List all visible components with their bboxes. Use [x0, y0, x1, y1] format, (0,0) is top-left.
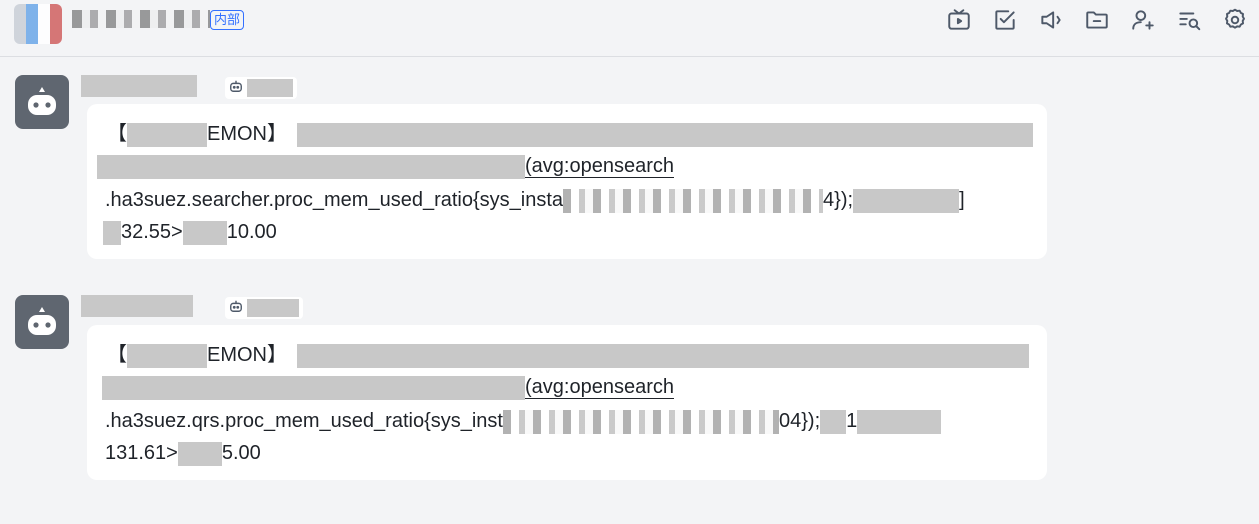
bot-avatar[interactable] [15, 295, 69, 349]
header-toolbar [945, 6, 1249, 34]
message-line-4: 32.55> 10.00 [103, 218, 277, 246]
add-member-icon[interactable] [1129, 6, 1157, 34]
sender-name-redacted [81, 75, 197, 97]
message-bubble[interactable]: 【EMON】 (avg:opensearch .ha3suez.qrs.proc… [87, 325, 1047, 480]
bot-tag [225, 297, 303, 319]
metric-link[interactable]: (avg:opensearch [525, 376, 674, 399]
bot-tag [225, 77, 297, 99]
message-line-2: (avg:opensearch [102, 373, 674, 401]
message-line-3: .ha3suez.qrs.proc_mem_used_ratio{sys_ins… [105, 407, 942, 435]
robot-icon [28, 87, 56, 115]
group-title-redacted [72, 10, 210, 28]
search-history-icon[interactable] [1175, 6, 1203, 34]
group-avatar[interactable] [14, 4, 62, 44]
message-bubble[interactable]: 【EMON】 (avg:opensearch .ha3suez.searcher… [87, 104, 1047, 259]
bot-tag-label-redacted [247, 79, 293, 97]
announcement-icon[interactable] [1037, 6, 1065, 34]
settings-icon[interactable] [1221, 6, 1249, 34]
checkbox-icon[interactable] [991, 6, 1019, 34]
bot-tag-icon [229, 299, 243, 318]
message-line-3: .ha3suez.searcher.proc_mem_used_ratio{sy… [105, 188, 965, 213]
chat-header: 内部 [0, 0, 1259, 57]
internal-tag: 内部 [210, 10, 245, 30]
folder-icon[interactable] [1083, 6, 1111, 34]
message-line-1: 【EMON】 [107, 341, 1029, 369]
tv-icon[interactable] [945, 6, 973, 34]
message-line-1: 【EMON】 [107, 120, 1033, 148]
robot-icon [28, 307, 56, 335]
message-line-4: 131.61> 5.00 [105, 441, 261, 466]
sender-name-redacted [81, 295, 193, 317]
metric-link[interactable]: (avg:opensearch [525, 155, 674, 178]
bot-tag-icon [229, 79, 243, 98]
bot-tag-label-redacted [247, 299, 299, 317]
message-line-2: (avg:opensearch [97, 152, 674, 180]
bot-avatar[interactable] [15, 75, 69, 129]
